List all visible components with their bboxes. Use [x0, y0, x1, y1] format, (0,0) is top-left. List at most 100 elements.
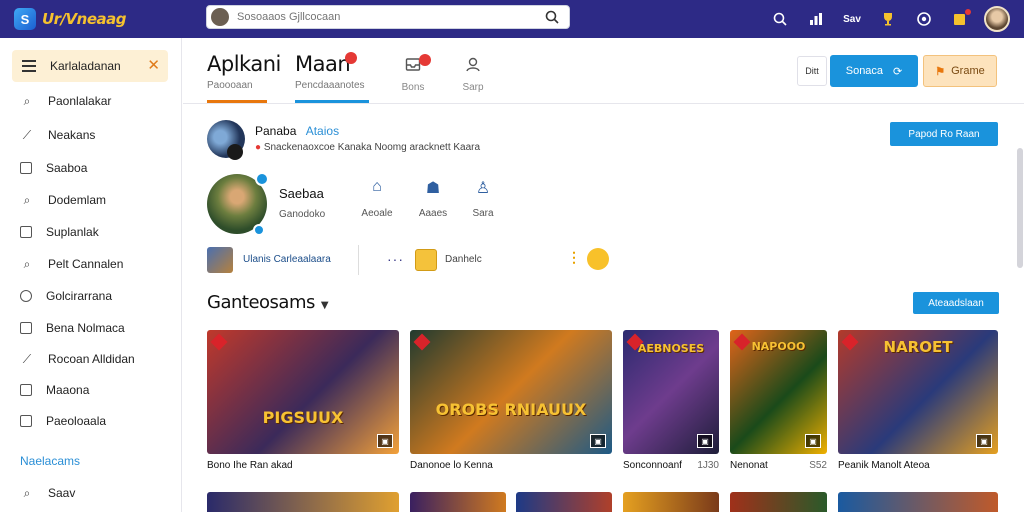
sidebar-item[interactable]: Suplanlak — [12, 221, 168, 243]
search-icon[interactable] — [762, 4, 798, 34]
profile-tag[interactable]: Ataios — [306, 124, 339, 138]
sidebar-item[interactable]: ⌕ Pelt Cannalen — [12, 253, 168, 275]
tab-secondary-underline — [295, 100, 369, 103]
secondary-button[interactable]: ⚑ Grame — [923, 55, 997, 87]
emoji-icon[interactable] — [587, 248, 609, 270]
sidebar-item-label: Neakans — [48, 128, 96, 142]
sidebar: Karlaladanan ✕ ⌕ Paonlalakar ⟋ Neakans S… — [0, 38, 182, 512]
app-logo[interactable]: S Ur/Vneaag — [14, 6, 127, 32]
section-button[interactable]: Ateaadslaan — [913, 292, 999, 314]
search-input[interactable] — [237, 11, 541, 23]
tab-person-label: Sarp — [462, 82, 484, 93]
stat-item[interactable]: ☗ Aaaes — [415, 178, 451, 219]
sidebar-item[interactable]: ⟋ Rocoan Alldidan — [12, 348, 168, 370]
shield-icon: ⌂ — [372, 178, 382, 195]
search-icon: ⌕ — [23, 93, 31, 108]
stat-item[interactable]: ♙ Sara — [465, 178, 501, 219]
chip-label-2[interactable]: Danhelc — [445, 254, 482, 265]
top-bar: S Ur/Vneaag Sav — [0, 0, 1024, 38]
tab-primary-title: Aplkani — [207, 52, 281, 76]
game-card-partial[interactable] — [207, 492, 399, 512]
sidebar-item[interactable]: Bena Nolmaca — [12, 317, 168, 339]
game-card[interactable]: NAPOOO ▣ Nenonat S52 — [730, 330, 827, 471]
sidebar-item[interactable]: Paeoloaala — [12, 410, 168, 432]
wand-icon: ⟋ — [22, 127, 32, 142]
search-icon[interactable] — [541, 6, 563, 28]
close-icon[interactable]: ✕ — [147, 56, 160, 74]
square-icon — [20, 226, 32, 238]
chip-thumbnail-2[interactable] — [415, 249, 437, 271]
game-card-partial[interactable] — [410, 492, 506, 512]
game-card-art-title: NAPOOO — [751, 340, 806, 353]
game-card-image: OROBS RNIAUUX ▣ — [410, 330, 612, 454]
sidebar-active-label: Karlaladanan — [50, 59, 121, 73]
game-card-partial[interactable] — [838, 492, 998, 512]
chip-label[interactable]: Ulanis Carleaalaara — [243, 254, 331, 265]
kebab-icon[interactable]: ⋮ — [567, 249, 581, 266]
person-icon — [453, 56, 493, 78]
tab-person[interactable]: Sarp — [453, 56, 493, 93]
sidebar-section-title[interactable]: Naelacams — [20, 454, 80, 468]
top-icons: Sav — [762, 4, 1010, 34]
sidebar-item[interactable]: ⟋ Neakans — [12, 124, 168, 146]
tab-primary[interactable]: Aplkani Paoooaan — [207, 52, 281, 103]
game-card[interactable]: OROBS RNIAUUX ▣ Danonoe lo Kenna — [410, 330, 612, 471]
chart-icon[interactable] — [798, 4, 834, 34]
game-card-title: Danonoe lo Kenna — [410, 460, 493, 471]
game-card-partial[interactable] — [623, 492, 719, 512]
ghost-button[interactable]: Ditt — [797, 56, 827, 86]
game-card-art-title: PIGSUUX — [262, 408, 344, 427]
sidebar-item-active[interactable]: Karlaladanan ✕ — [12, 50, 168, 82]
report-button[interactable]: Papod Ro Raan — [890, 122, 998, 146]
game-card[interactable]: PIGSUUX ▣ Bono Ihe Ran akad — [207, 330, 399, 471]
sidebar-item-label: Rocoan Alldidan — [48, 352, 135, 366]
stat-primary-label: Ganodoko — [279, 209, 326, 220]
stat-item[interactable]: ⌂ Aeoale — [359, 178, 395, 219]
notification-icon[interactable] — [942, 4, 978, 34]
logo-mark-icon: S — [14, 8, 36, 30]
trophy-icon[interactable] — [870, 4, 906, 34]
circle-icon — [20, 290, 32, 302]
tab-inbox[interactable]: Bons — [393, 54, 433, 93]
sidebar-item-label: Paonlalakar — [48, 94, 112, 108]
chip-thumbnail[interactable] — [207, 247, 233, 273]
game-card-partial[interactable] — [730, 492, 827, 512]
game-card-value: 1J30 — [697, 460, 719, 471]
logo-text: Ur/Vneaag — [42, 10, 127, 28]
scrollbar[interactable] — [1016, 148, 1024, 268]
mail-icon[interactable]: Sav — [834, 4, 870, 34]
section-title[interactable]: Ganteosams ▼ — [207, 292, 329, 313]
game-card-title: Bono Ihe Ran akad — [207, 460, 293, 471]
sidebar-item[interactable]: ⌕ Paonlalakar — [12, 90, 168, 112]
scrollbar-thumb[interactable] — [1017, 148, 1023, 268]
profile-avatar[interactable] — [207, 120, 245, 160]
sidebar-item[interactable]: Maaona — [12, 379, 168, 401]
game-card[interactable]: AEBNOSES ▣ Sonconnoanf 1J30 — [623, 330, 719, 471]
menu-icon[interactable] — [22, 57, 36, 75]
sidebar-item-label: Saav — [48, 486, 76, 500]
game-card[interactable]: NAROET ▣ Peanik Manolt Ateoa — [838, 330, 998, 471]
tab-inbox-badge — [419, 54, 431, 66]
tab-primary-sub: Paoooaan — [207, 80, 253, 91]
game-card-image: PIGSUUX ▣ — [207, 330, 399, 454]
search-bar[interactable] — [206, 5, 570, 29]
more-icon[interactable]: ··· — [387, 251, 404, 267]
sidebar-item[interactable]: Saaboa — [12, 157, 168, 179]
settings-icon[interactable] — [906, 4, 942, 34]
sidebar-item[interactable]: ⌕ Dodemlam — [12, 189, 168, 211]
sidebar-item[interactable]: ⌕ Saav — [12, 482, 168, 504]
divider — [358, 245, 359, 275]
rating-icon: ▣ — [590, 434, 606, 448]
profile-header: Panaba Ataios ● Snackenaoxcoe Kanaka Noo… — [207, 120, 480, 160]
primary-button[interactable]: Sonaca ⟳ — [830, 55, 918, 87]
sidebar-item-label: Suplanlak — [46, 225, 99, 239]
user-avatar[interactable] — [984, 6, 1010, 32]
game-card-caption: Danonoe lo Kenna — [410, 460, 612, 471]
sidebar-item[interactable]: Golcirarrana — [12, 285, 168, 307]
tab-secondary[interactable]: Maan Pencdaaanotes — [295, 52, 369, 103]
bot-icon: ☗ — [425, 180, 441, 197]
character-avatar[interactable] — [207, 172, 269, 236]
square-icon — [20, 162, 32, 174]
game-card-partial[interactable] — [516, 492, 612, 512]
main-content: Aplkani Paoooaan Maan Pencdaaanotes Bons… — [183, 38, 1024, 512]
